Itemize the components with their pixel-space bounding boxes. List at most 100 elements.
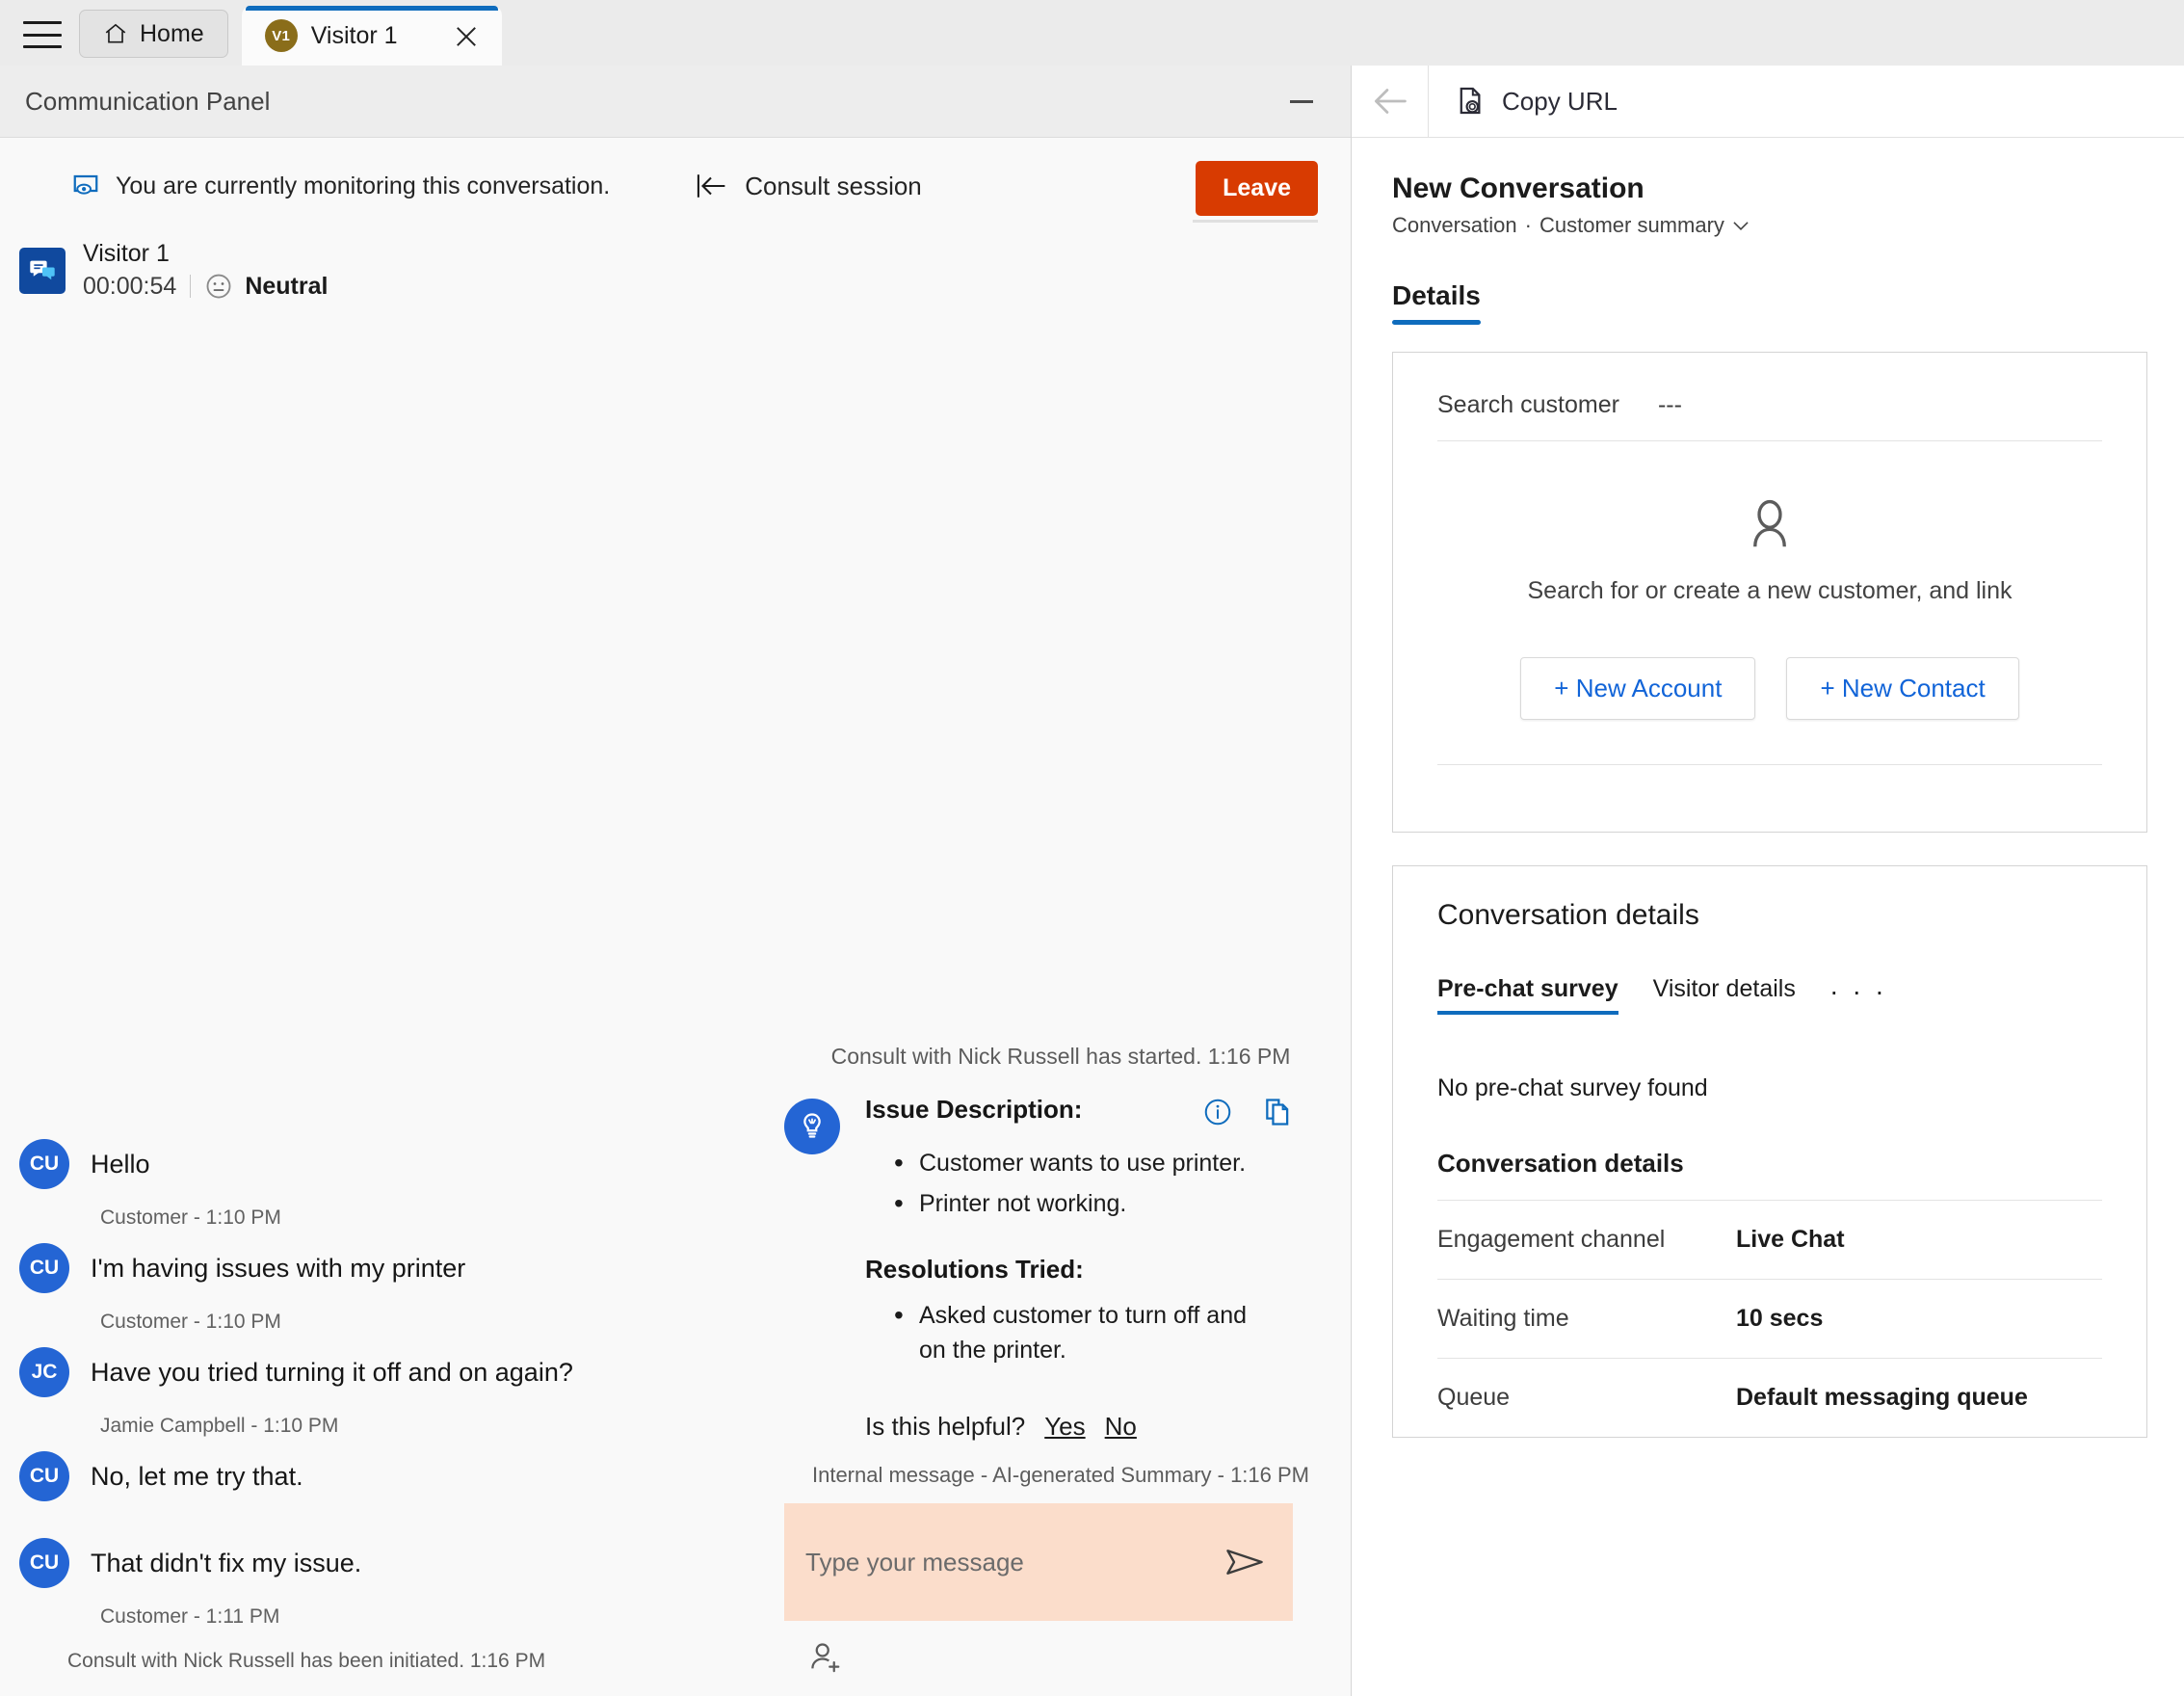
list-item: CU Hello <box>0 1139 771 1189</box>
search-customer-label: Search customer <box>1437 391 1619 418</box>
chevron-down-icon[interactable] <box>1732 219 1750 232</box>
tab-details[interactable]: Details <box>1392 280 1481 325</box>
tab-strip: Home V1 Visitor 1 <box>0 0 2184 66</box>
avatar: JC <box>19 1347 69 1397</box>
new-contact-button[interactable]: + New Contact <box>1786 657 2019 720</box>
table-row: Engagement channel Live Chat <box>1437 1200 2102 1279</box>
breadcrumb-secondary[interactable]: Customer summary <box>1539 213 1724 238</box>
avatar: CU <box>19 1139 69 1189</box>
breadcrumb-primary: Conversation <box>1392 213 1517 237</box>
search-customer-field[interactable]: Search customer --- <box>1437 385 2102 441</box>
message-meta: Customer - 1:11 PM <box>100 1605 280 1628</box>
tab-visitor-1[interactable]: V1 Visitor 1 <box>241 6 502 66</box>
list-item: CU No, let me try that. <box>0 1451 771 1501</box>
ai-summary-card: Issue Description: • Customer wants to u… <box>771 1095 1351 1442</box>
communication-panel: Communication Panel You are currently mo… <box>0 66 1352 1696</box>
status-badge: Neutral <box>204 272 328 301</box>
message-composer[interactable] <box>784 1503 1293 1621</box>
breadcrumb: Conversation · Customer summary <box>1392 213 2147 238</box>
visitor-session-row[interactable]: Visitor 1 00:00:54 Neutral <box>0 234 1351 301</box>
list-item: Customer wants to use printer. <box>865 1144 1293 1183</box>
info-icon[interactable] <box>1202 1097 1233 1132</box>
conversation-details-card: Conversation details Pre-chat survey Vis… <box>1392 865 2147 1438</box>
copy-url-icon <box>1460 87 1481 115</box>
customer-empty-text: Search for or create a new customer, and… <box>1527 577 2013 604</box>
monitor-eye-icon <box>73 174 98 195</box>
tab-home[interactable]: Home <box>79 10 228 58</box>
details-panel: Copy URL New Conversation Conversation ·… <box>1352 66 2184 1696</box>
page-title: New Conversation <box>1392 172 1645 204</box>
leave-button[interactable]: Leave <box>1196 161 1318 216</box>
consult-pane: Consult with Nick Russell has started. 1… <box>771 301 1351 1696</box>
divider <box>190 275 192 298</box>
overflow-menu-button[interactable]: . . . <box>1830 970 1887 1015</box>
panel-title: Communication Panel <box>25 86 271 116</box>
close-icon[interactable] <box>452 21 481 50</box>
home-icon <box>105 23 126 43</box>
person-icon <box>1753 499 1786 547</box>
list-item: JC Have you tried turning it off and on … <box>0 1347 771 1397</box>
visitor-name: Visitor 1 <box>83 240 170 267</box>
new-account-button[interactable]: + New Account <box>1520 657 1756 720</box>
no-survey-text: No pre-chat survey found <box>1437 1074 1708 1101</box>
message-meta: Customer - 1:10 PM <box>100 1206 281 1229</box>
issue-description-list: Customer wants to use printer. Printer n… <box>865 1144 1293 1224</box>
consult-session-header[interactable]: Consult session <box>695 172 922 201</box>
avatar: CU <box>19 1538 69 1588</box>
divider <box>1437 764 2102 793</box>
copy-url-label: Copy URL <box>1502 86 1618 116</box>
row-label: Queue <box>1437 1384 1511 1411</box>
row-value: Default messaging queue <box>1736 1384 2028 1411</box>
tab-pre-chat-survey[interactable]: Pre-chat survey <box>1437 975 1618 1015</box>
monitoring-banner: You are currently monitoring this conver… <box>71 172 610 200</box>
list-item: Printer not working. <box>865 1184 1293 1224</box>
customer-card: Search customer --- Search for or create… <box>1392 352 2147 833</box>
message-text: I'm having issues with my printer <box>91 1253 466 1283</box>
avatar: CU <box>19 1243 69 1293</box>
feedback-yes-link[interactable]: Yes <box>1044 1412 1085 1442</box>
row-label: Engagement channel <box>1437 1226 1666 1253</box>
collapse-left-icon <box>697 174 725 198</box>
customer-empty-state: Search for or create a new customer, and… <box>1437 441 2102 793</box>
add-person-button[interactable] <box>802 1636 848 1679</box>
table-row: Queue Default messaging queue <box>1437 1358 2102 1437</box>
monitoring-text: You are currently monitoring this conver… <box>116 172 611 199</box>
message-text: No, let me try that. <box>91 1461 303 1491</box>
table-row: Waiting time 10 secs <box>1437 1279 2102 1358</box>
send-icon <box>1226 1550 1263 1575</box>
search-customer-value: --- <box>1657 391 1682 418</box>
hamburger-icon[interactable] <box>23 21 62 48</box>
sentiment-label: Neutral <box>245 272 329 300</box>
copy-url-button[interactable]: Copy URL <box>1429 66 1643 137</box>
list-item: CU I'm having issues with my printer <box>0 1243 771 1293</box>
message-text: Have you tried turning it off and on aga… <box>91 1357 573 1387</box>
row-value: 10 secs <box>1736 1305 1824 1332</box>
tab-home-label: Home <box>140 19 204 47</box>
row-value: Live Chat <box>1736 1226 1845 1253</box>
summary-footer-meta: Internal message - AI-generated Summary … <box>811 1463 1309 1487</box>
back-arrow-icon <box>1374 89 1407 114</box>
list-item: Asked customer to turn off and on the pr… <box>865 1296 1279 1368</box>
transcript-list: CU Hello Customer - 1:10 PM CU I'm havin… <box>0 301 771 1696</box>
details-panel-header: Copy URL <box>1352 66 2184 138</box>
avatar: CU <box>19 1451 69 1501</box>
issue-description-heading: Issue Description: <box>865 1095 1083 1124</box>
add-person-icon <box>811 1643 840 1673</box>
message-meta: Customer - 1:10 PM <box>100 1311 281 1333</box>
tab-visitor-label: Visitor 1 <box>310 21 398 49</box>
conversation-subtabs: Pre-chat survey Visitor details . . . <box>1437 970 2102 1015</box>
conversation-area: CU Hello Customer - 1:10 PM CU I'm havin… <box>0 301 1351 1696</box>
send-button[interactable] <box>1224 1544 1266 1580</box>
minimize-icon[interactable] <box>1279 79 1324 123</box>
system-message: Consult with Nick Russell has been initi… <box>67 1650 546 1672</box>
feedback-no-link[interactable]: No <box>1105 1412 1137 1442</box>
message-input[interactable] <box>805 1547 1224 1577</box>
chat-icon <box>19 247 66 294</box>
message-text: Hello <box>91 1149 150 1179</box>
toolbar-divider <box>1193 220 1318 223</box>
copy-icon[interactable] <box>1262 1097 1293 1132</box>
details-tabs: Details <box>1392 280 2147 325</box>
tab-visitor-details[interactable]: Visitor details <box>1653 975 1796 1015</box>
back-button[interactable] <box>1352 66 1429 137</box>
resolutions-heading: Resolutions Tried: <box>865 1254 1084 1284</box>
